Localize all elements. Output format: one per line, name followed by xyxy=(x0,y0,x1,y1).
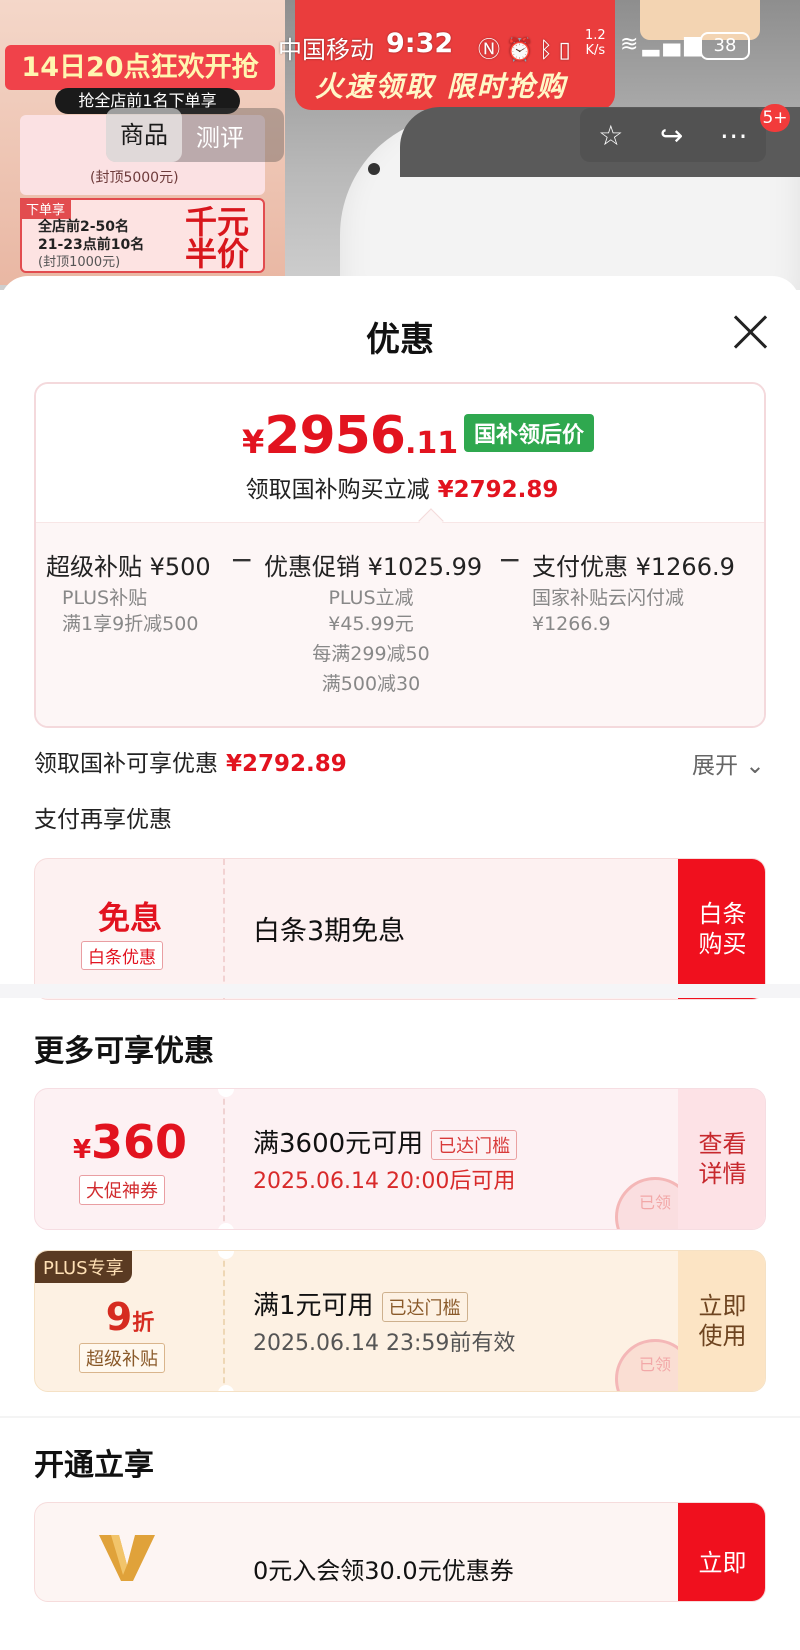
section-divider xyxy=(0,1416,800,1418)
coupon-amount: ¥360 xyxy=(72,1115,188,1169)
battery-icon: 38 xyxy=(700,32,750,60)
tab-review[interactable]: 测评 xyxy=(182,118,258,153)
clock: 9:32 xyxy=(386,28,454,59)
status-bar: 中国移动 9:32 Ⓝ⏰ᛒ▯ 1.2 K/s ≋▂▄▆ 38 xyxy=(0,28,800,66)
claim-subsidy-line: 领取国补可享优惠 ¥2792.89 xyxy=(34,751,347,777)
signal-icon: ▂▄▆ xyxy=(642,32,706,57)
minus-operator: − xyxy=(230,543,254,576)
baitiao-buy-button[interactable]: 白条购买 xyxy=(678,859,765,999)
coupon-card[interactable]: PLUS专享 9折 超级补贴 满1元可用 已达门槛 2025.06.14 23:5… xyxy=(34,1250,766,1392)
pay-again-label: 支付再享优惠 xyxy=(34,807,172,833)
sheet-title: 优惠 xyxy=(366,320,434,360)
baitiao-card[interactable]: 免息 白条优惠 白条3期免息 白条购买 xyxy=(34,858,766,1000)
super-subsidy-details: PLUS补贴 满1享9折减500 xyxy=(62,587,199,635)
baitiao-left: 免息 白条优惠 xyxy=(35,859,225,999)
interest-free-label: 免息 xyxy=(97,899,162,937)
price-card: ¥2956.11 国补领后价 领取国补购买立减 ¥2792.89 超级补贴 ¥50… xyxy=(34,382,766,728)
promo-order-card: 下单享 全店前2-50名 21-23点前10名 (封顶1000元) 千元 半价 xyxy=(20,198,265,273)
open-now-button[interactable]: 立即 xyxy=(678,1503,765,1601)
breakdown-promotion: 优惠促销 ¥1025.99 xyxy=(264,553,483,581)
breakdown-super-subsidy: 超级补贴 ¥500 xyxy=(46,553,211,581)
coupon-time: 2025.06.14 20:00后可用 xyxy=(253,1169,516,1194)
subsidy-line: 领取国补购买立减 ¥2792.89 xyxy=(245,477,559,503)
view-details-button[interactable]: 查看详情 xyxy=(678,1089,765,1229)
expand-button[interactable]: 展开 ⌄ xyxy=(692,746,765,780)
threshold-badge: 已达门槛 xyxy=(381,1291,468,1322)
nfc-icon: Ⓝ xyxy=(478,38,507,63)
half-price-text: 千元 半价 xyxy=(184,203,249,273)
membership-offer-text: 0元入会领30.0元优惠券 xyxy=(253,1557,514,1585)
chevron-down-icon: ⌄ xyxy=(745,753,765,779)
threshold-badge: 已达门槛 xyxy=(431,1129,518,1160)
network-speed: 1.2 K/s xyxy=(585,28,606,58)
star-icon[interactable]: ☆ xyxy=(598,119,623,152)
coupon-chip: 大促神券 xyxy=(79,1175,165,1205)
more-icon[interactable]: ⋯ xyxy=(720,119,748,152)
message-badge: 5+ xyxy=(760,104,790,132)
coupon-chip: 超级补贴 xyxy=(79,1343,165,1373)
plus-exclusive-tag: PLUS专享 xyxy=(35,1251,132,1283)
payment-details: 国家补贴云闪付减 ¥1266.9 xyxy=(532,587,685,635)
open-membership-title: 开通立享 xyxy=(34,1448,154,1483)
order-text: 全店前2-50名 21-23点前10名 (封顶1000元) xyxy=(38,219,145,270)
coupon-discount: 9折 xyxy=(105,1295,155,1339)
coupon-card[interactable]: ¥360 大促神券 满3600元可用 已达门槛 2025.06.14 20:00后… xyxy=(34,1088,766,1230)
system-icons: Ⓝ⏰ᛒ▯ xyxy=(478,32,577,64)
share-icon[interactable]: ↪ xyxy=(660,119,683,152)
wifi-icon: ≋ xyxy=(620,32,643,57)
breakdown-payment: 支付优惠 ¥1266.9 xyxy=(532,553,735,581)
network-icons: ≋▂▄▆ xyxy=(620,32,705,57)
alarm-icon: ⏰ xyxy=(506,38,540,63)
minus-operator: − xyxy=(498,543,522,576)
bluetooth-icon: ᛒ xyxy=(539,38,559,63)
header-actions: ☆ ↪ ⋯ xyxy=(580,108,766,162)
order-tag: 下单享 xyxy=(20,198,72,219)
final-price: ¥2956.11 xyxy=(242,406,459,466)
discount-sheet: 优惠 ¥2956.11 国补领后价 领取国补购买立减 ¥2792.89 超级补贴 … xyxy=(0,276,800,1650)
coupon-condition: 满3600元可用 已达门槛 xyxy=(253,1123,518,1160)
tab-goods[interactable]: 商品 xyxy=(106,108,182,162)
use-now-button[interactable]: 立即使用 xyxy=(678,1251,765,1391)
price-breakdown: 超级补贴 ¥500 − 优惠促销 ¥1025.99 − 支付优惠 ¥1266.9… xyxy=(36,522,764,726)
baitiao-text: 白条3期免息 xyxy=(253,916,406,947)
membership-v-icon xyxy=(99,1535,155,1581)
close-icon[interactable] xyxy=(730,312,770,352)
baitiao-chip: 白条优惠 xyxy=(81,941,163,970)
coupon-time: 2025.06.14 23:59前有效 xyxy=(253,1331,516,1356)
promotion-details: PLUS立减 ¥45.99元 每满299减50 满500减30 xyxy=(312,587,430,695)
coupon-condition: 满1元可用 已达门槛 xyxy=(253,1285,468,1322)
product-tabs: 商品 测评 xyxy=(106,108,284,162)
section-divider xyxy=(0,984,800,998)
promo-cap: (封顶5000元) xyxy=(90,170,179,186)
vibrate-icon: ▯ xyxy=(558,38,577,63)
membership-card[interactable]: 0元入会领30.0元优惠券 立即 xyxy=(34,1502,766,1602)
carrier-label: 中国移动 xyxy=(278,36,374,64)
subsidy-price-tag: 国补领后价 xyxy=(464,414,595,452)
more-discounts-title: 更多可享优惠 xyxy=(34,1034,214,1069)
